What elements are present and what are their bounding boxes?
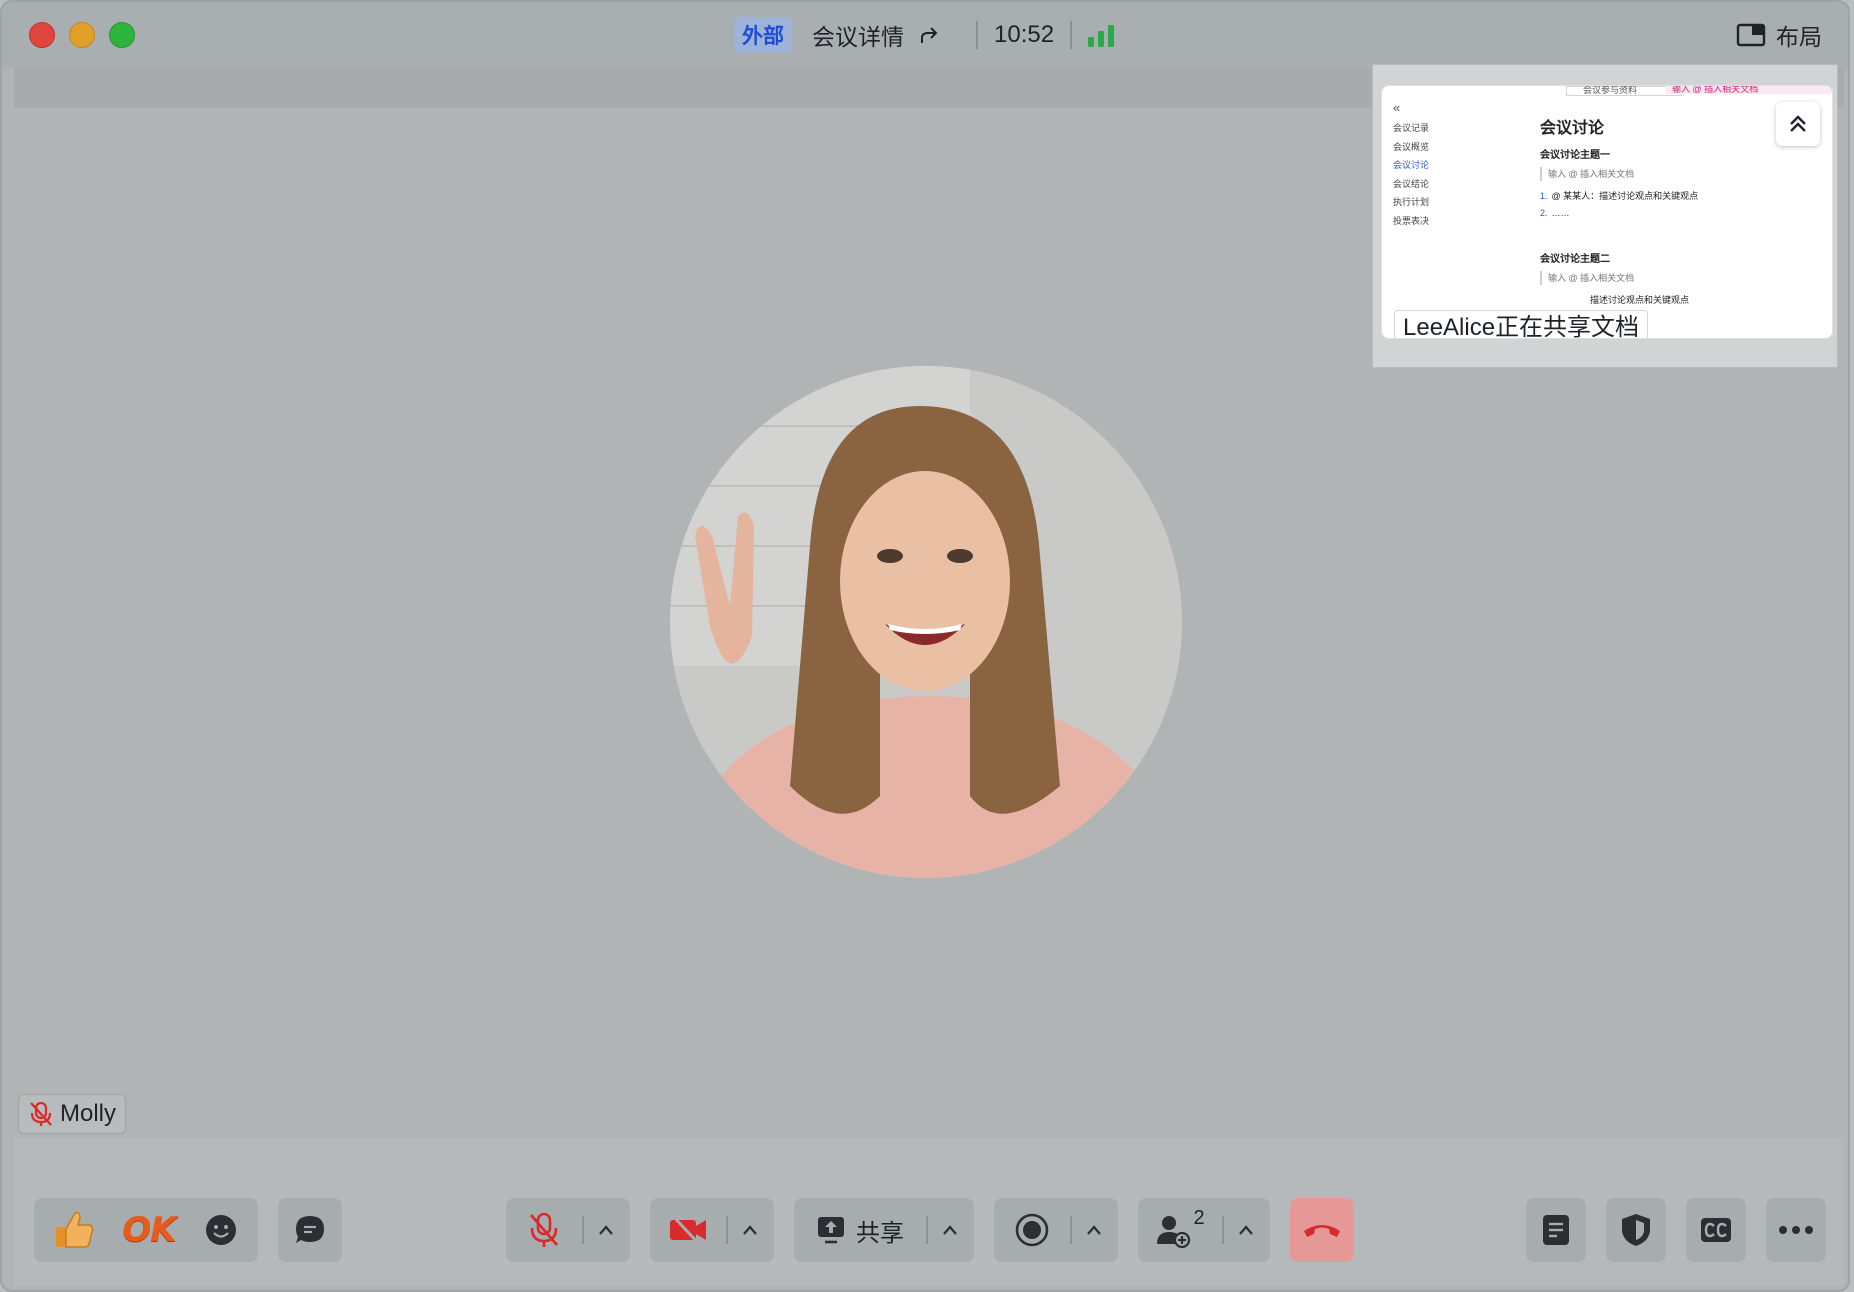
list-text: 描述讨论观点和关键观点 (1590, 295, 1690, 305)
security-button[interactable] (1606, 1198, 1666, 1262)
share-control: 共享 (794, 1198, 974, 1262)
shared-document-preview: 会议参与资料 输入 @ 插入相关文档 « 会议记录 会议概览 会议讨论 会议结论… (1381, 85, 1833, 339)
notes-icon (1543, 1215, 1569, 1245)
chat-button[interactable] (278, 1198, 342, 1262)
chevron-up-icon (943, 1225, 957, 1235)
title-divider (1070, 21, 1073, 49)
participants-count: 2 (1193, 1206, 1205, 1229)
reactions-group: OK (34, 1198, 258, 1262)
mic-muted-icon (30, 1101, 52, 1126)
ok-reaction-button[interactable]: OK (114, 1198, 184, 1262)
doc-list-item: 2.…… (1540, 208, 1820, 218)
doc-list-item: 描述讨论观点和关键观点 (1540, 293, 1820, 306)
outline-item: 会议结论 (1393, 178, 1430, 189)
outline-item: 执行计划 (1393, 197, 1430, 207)
chevron-up-icon (1239, 1225, 1253, 1235)
share-options-chevron[interactable] (928, 1198, 972, 1262)
list-number: 2. (1540, 208, 1548, 218)
chevron-up-icon (743, 1225, 757, 1235)
thumbs-up-reaction-button[interactable] (34, 1198, 114, 1262)
doc-topic-2: 会议讨论主题二 (1540, 254, 1610, 265)
participant-name: Molly (60, 1100, 117, 1127)
maximize-window-button[interactable] (109, 22, 135, 48)
meeting-timer: 10:52 (994, 21, 1055, 48)
add-participant-icon (1157, 1216, 1191, 1248)
record-options-chevron[interactable] (1072, 1198, 1116, 1262)
microphone-control (506, 1198, 630, 1262)
mute-toggle-button[interactable] (506, 1198, 582, 1262)
external-badge: 外部 (734, 17, 792, 53)
record-control (994, 1198, 1118, 1262)
layout-button[interactable]: 布局 (1736, 16, 1822, 54)
title-divider (976, 21, 978, 49)
doc-placeholder-1: 输入 @ 插入相关文档 (1540, 167, 1820, 181)
title-bar: 外部 会议详情 10:52 布局 (2, 2, 1848, 68)
doc-toolbar-right: 输入 @ 插入相关文档 (1666, 86, 1832, 94)
list-text: @ 某某人：描述讨论观点和关键观点 (1551, 191, 1699, 201)
hang-up-icon (1304, 1225, 1340, 1237)
participant-photo (670, 366, 1182, 878)
record-button[interactable] (994, 1198, 1070, 1262)
participants-button[interactable]: 2 (1138, 1198, 1222, 1262)
outline-item: 投票表决 (1393, 215, 1430, 226)
thumbs-up-icon (56, 1211, 94, 1248)
camera-control (650, 1198, 774, 1262)
doc-toolbar: 会议参与资料 输入 @ 插入相关文档 (1566, 86, 1832, 96)
list-number: 1. (1540, 191, 1548, 201)
share-screen-button[interactable]: 共享 (794, 1198, 926, 1262)
doc-placeholder-2: 输入 @ 插入相关文档 (1540, 271, 1820, 285)
chevron-up-icon (1087, 1225, 1101, 1235)
record-icon (1015, 1213, 1049, 1247)
meeting-toolbar: OK 共享 2 (14, 1138, 1844, 1286)
more-options-button[interactable] (1766, 1198, 1826, 1262)
outline-item: 会议概览 (1393, 141, 1430, 152)
emoji-picker-button[interactable] (184, 1198, 258, 1262)
leave-meeting-button[interactable] (1290, 1198, 1354, 1262)
doc-outline: « 会议记录 会议概览 会议讨论 会议结论 执行计划 投票表决 (1393, 100, 1429, 230)
collapse-thumbnail-button[interactable] (1776, 102, 1820, 146)
captions-button[interactable] (1686, 1198, 1746, 1262)
double-chevron-up-icon (1790, 115, 1806, 132)
audio-options-chevron[interactable] (584, 1198, 628, 1262)
share-out-icon[interactable] (918, 23, 942, 47)
close-window-button[interactable] (29, 22, 55, 48)
more-dots-icon (1779, 1226, 1813, 1234)
smiley-icon (206, 1215, 236, 1245)
share-label: 共享 (856, 1219, 904, 1247)
doc-toolbar-left: 会议参与资料 (1566, 86, 1682, 96)
camera-toggle-button[interactable] (650, 1198, 726, 1262)
meeting-window: 外部 会议详情 10:52 布局 Molly 会议参与资料 输入 @ 插入相关文… (0, 0, 1850, 1292)
chevron-up-icon (599, 1225, 613, 1235)
doc-topic-1: 会议讨论主题一 (1540, 150, 1610, 161)
layout-icon (1736, 23, 1766, 47)
camera-off-icon (670, 1213, 706, 1247)
participant-name-tag: Molly (18, 1094, 127, 1134)
meeting-notes-button[interactable] (1526, 1198, 1586, 1262)
mic-off-icon (529, 1212, 559, 1247)
share-screen-icon (818, 1217, 844, 1244)
network-signal-icon[interactable] (1088, 23, 1115, 47)
ok-reaction-label: OK (122, 1210, 176, 1250)
outline-item: 会议记录 (1393, 123, 1430, 133)
video-options-chevron[interactable] (728, 1198, 772, 1262)
meeting-info: 外部 会议详情 10:52 (734, 16, 1115, 54)
doc-list-item: 1. @ 某某人：描述讨论观点和关键观点 (1540, 189, 1820, 202)
participant-avatar[interactable] (670, 366, 1182, 878)
participants-options-chevron[interactable] (1224, 1198, 1268, 1262)
collapse-outline-icon: « (1393, 100, 1401, 115)
sharing-status-label: LeeAlice正在共享文档 (1394, 310, 1649, 338)
minimize-window-button[interactable] (69, 22, 95, 48)
shield-icon (1622, 1214, 1650, 1246)
list-text: …… (1551, 208, 1570, 218)
participants-control: 2 (1138, 1198, 1270, 1262)
chat-bubble-icon (296, 1216, 324, 1243)
meeting-details-link[interactable]: 会议详情 (812, 18, 904, 52)
shared-content-thumbnail[interactable]: 会议参与资料 输入 @ 插入相关文档 « 会议记录 会议概览 会议讨论 会议结论… (1372, 64, 1838, 368)
closed-captions-icon (1701, 1218, 1731, 1242)
layout-label: 布局 (1776, 24, 1822, 50)
outline-item-active: 会议讨论 (1393, 160, 1430, 170)
